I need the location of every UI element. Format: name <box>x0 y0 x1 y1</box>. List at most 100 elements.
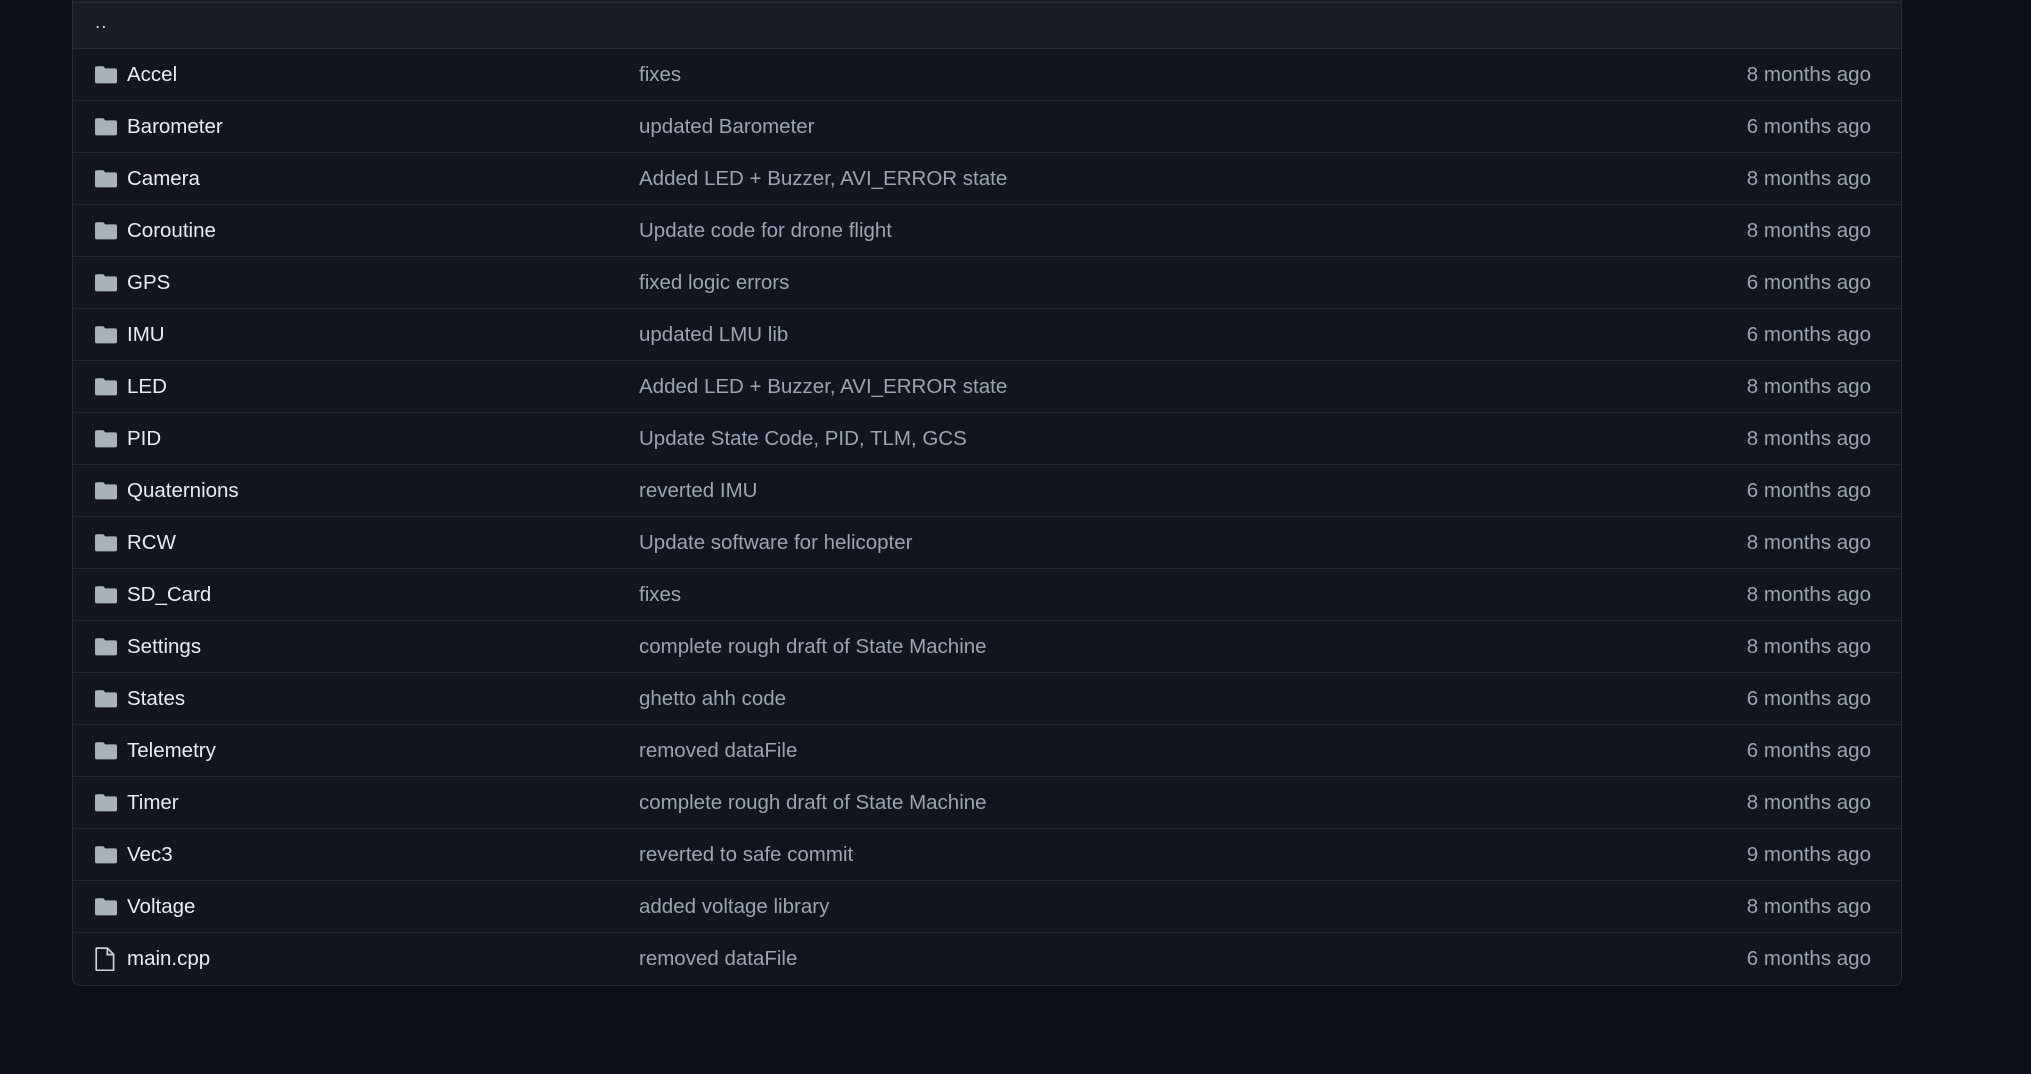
table-row[interactable]: SD_Card fixes 8 months ago <box>73 569 1901 621</box>
commit-message-link[interactable]: removed dataFile <box>639 739 797 762</box>
commit-message-link[interactable]: Added LED + Buzzer, AVI_ERROR state <box>639 167 1007 190</box>
entry-name-link[interactable]: LED <box>127 375 167 398</box>
row-name-cell: IMU <box>127 323 639 347</box>
row-message-cell: Update software for helicopter <box>639 531 1585 555</box>
commit-message-link[interactable]: fixes <box>639 63 681 86</box>
row-age-cell: 6 months ago <box>1585 323 1885 347</box>
entry-name-link[interactable]: PID <box>127 427 161 450</box>
entry-name-link[interactable]: Timer <box>127 791 179 814</box>
table-row[interactable]: PID Update State Code, PID, TLM, GCS 8 m… <box>73 413 1901 465</box>
entry-name-link[interactable]: main.cpp <box>127 947 210 970</box>
table-row[interactable]: RCW Update software for helicopter 8 mon… <box>73 517 1901 569</box>
commit-message-link[interactable]: reverted to safe commit <box>639 843 853 866</box>
commit-age-text: 8 months ago <box>1746 166 1871 190</box>
commit-message-link[interactable]: Update software for helicopter <box>639 531 912 554</box>
entry-name-link[interactable]: Barometer <box>127 115 223 138</box>
entry-name-link[interactable]: Coroutine <box>127 219 216 242</box>
entry-name-link[interactable]: Telemetry <box>127 739 216 762</box>
commit-age-text: 8 months ago <box>1746 530 1871 554</box>
table-row[interactable]: Telemetry removed dataFile 6 months ago <box>73 725 1901 777</box>
table-row[interactable]: IMU updated LMU lib 6 months ago <box>73 309 1901 361</box>
table-row[interactable]: States ghetto ahh code 6 months ago <box>73 673 1901 725</box>
entry-name-link[interactable]: RCW <box>127 531 176 554</box>
row-message-cell: updated Barometer <box>639 115 1585 139</box>
commit-age-text: 8 months ago <box>1746 894 1871 918</box>
row-age-cell: 6 months ago <box>1585 479 1885 503</box>
entry-name-link[interactable]: GPS <box>127 271 170 294</box>
commit-message-link[interactable]: updated LMU lib <box>639 323 788 346</box>
table-row[interactable]: Coroutine Update code for drone flight 8… <box>73 205 1901 257</box>
row-icon-cell <box>89 117 127 137</box>
commit-age-text: 8 months ago <box>1746 62 1871 86</box>
table-row[interactable]: Timer complete rough draft of State Mach… <box>73 777 1901 829</box>
entry-name-link[interactable]: Settings <box>127 635 201 658</box>
commit-message-link[interactable]: fixes <box>639 583 681 606</box>
row-age-cell: 8 months ago <box>1585 791 1885 815</box>
folder-icon <box>95 793 118 813</box>
row-message-cell: updated LMU lib <box>639 323 1585 347</box>
commit-message-link[interactable]: updated Barometer <box>639 115 815 138</box>
row-name-cell: PID <box>127 427 639 451</box>
commit-message-link[interactable]: complete rough draft of State Machine <box>639 635 987 658</box>
row-name-cell: Voltage <box>127 895 639 919</box>
commit-age-text: 6 months ago <box>1746 270 1871 294</box>
table-row[interactable]: GPS fixed logic errors 6 months ago <box>73 257 1901 309</box>
table-row[interactable]: Vec3 reverted to safe commit 9 months ag… <box>73 829 1901 881</box>
entry-name-link[interactable]: SD_Card <box>127 583 211 606</box>
row-name-cell: Coroutine <box>127 219 639 243</box>
row-name-cell: SD_Card <box>127 583 639 607</box>
entry-name-link[interactable]: Quaternions <box>127 479 239 502</box>
entry-name-link[interactable]: Voltage <box>127 895 195 918</box>
row-name-cell: Barometer <box>127 115 639 139</box>
folder-icon <box>95 845 118 865</box>
commit-message-link[interactable]: added voltage library <box>639 895 829 918</box>
table-row[interactable]: Accel fixes 8 months ago <box>73 49 1901 101</box>
folder-icon <box>95 481 118 501</box>
table-row[interactable]: Voltage added voltage library 8 months a… <box>73 881 1901 933</box>
entry-name-link[interactable]: Camera <box>127 167 200 190</box>
entry-name-link[interactable]: States <box>127 687 185 710</box>
parent-directory-link[interactable]: .. <box>89 11 114 40</box>
row-message-cell: Added LED + Buzzer, AVI_ERROR state <box>639 167 1585 191</box>
commit-age-text: 6 months ago <box>1746 114 1871 138</box>
table-row[interactable]: Settings complete rough draft of State M… <box>73 621 1901 673</box>
row-message-cell: reverted to safe commit <box>639 843 1585 867</box>
commit-age-text: 6 months ago <box>1746 686 1871 710</box>
folder-icon <box>95 533 118 553</box>
entry-name-link[interactable]: IMU <box>127 323 165 346</box>
parent-directory-row[interactable]: .. <box>73 3 1901 49</box>
row-message-cell: complete rough draft of State Machine <box>639 635 1585 659</box>
commit-message-link[interactable]: removed dataFile <box>639 947 797 970</box>
commit-message-link[interactable]: fixed logic errors <box>639 271 789 294</box>
row-name-cell: RCW <box>127 531 639 555</box>
row-age-cell: 8 months ago <box>1585 635 1885 659</box>
row-icon-cell <box>89 689 127 709</box>
row-name-cell: LED <box>127 375 639 399</box>
table-row[interactable]: Quaternions reverted IMU 6 months ago <box>73 465 1901 517</box>
row-age-cell: 6 months ago <box>1585 115 1885 139</box>
entry-name-link[interactable]: Accel <box>127 63 177 86</box>
row-age-cell: 8 months ago <box>1585 167 1885 191</box>
entry-name-link[interactable]: Vec3 <box>127 843 173 866</box>
row-name-cell: Settings <box>127 635 639 659</box>
table-row[interactable]: Barometer updated Barometer 6 months ago <box>73 101 1901 153</box>
commit-message-link[interactable]: reverted IMU <box>639 479 757 502</box>
row-name-cell: main.cpp <box>127 947 639 971</box>
commit-message-link[interactable]: Update State Code, PID, TLM, GCS <box>639 427 967 450</box>
row-age-cell: 6 months ago <box>1585 687 1885 711</box>
commit-message-link[interactable]: Update code for drone flight <box>639 219 892 242</box>
row-age-cell: 8 months ago <box>1585 895 1885 919</box>
commit-message-link[interactable]: ghetto ahh code <box>639 687 786 710</box>
file-listing-table: .. Accel fixes 8 months ago Barometer up… <box>72 0 1902 986</box>
row-name-cell: Telemetry <box>127 739 639 763</box>
row-age-cell: 8 months ago <box>1585 583 1885 607</box>
table-row[interactable]: main.cpp removed dataFile 6 months ago <box>73 933 1901 985</box>
commit-message-link[interactable]: complete rough draft of State Machine <box>639 791 987 814</box>
table-row[interactable]: LED Added LED + Buzzer, AVI_ERROR state … <box>73 361 1901 413</box>
table-row[interactable]: Camera Added LED + Buzzer, AVI_ERROR sta… <box>73 153 1901 205</box>
row-age-cell: 6 months ago <box>1585 947 1885 971</box>
row-message-cell: added voltage library <box>639 895 1585 919</box>
row-name-cell: Vec3 <box>127 843 639 867</box>
commit-message-link[interactable]: Added LED + Buzzer, AVI_ERROR state <box>639 375 1007 398</box>
row-icon-cell <box>89 533 127 553</box>
